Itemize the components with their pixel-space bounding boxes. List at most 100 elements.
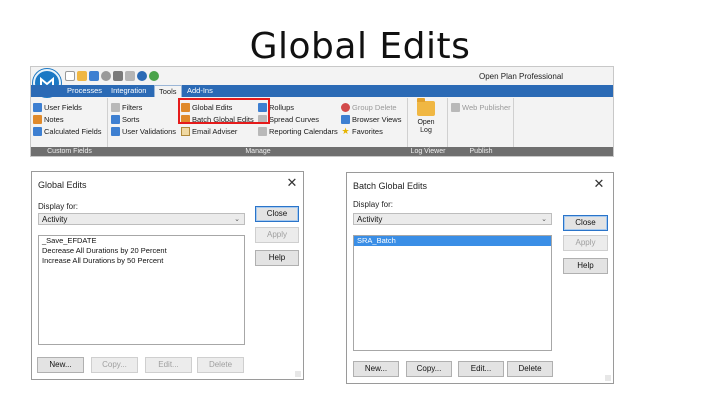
star-icon: ★ — [341, 126, 350, 136]
rollups-label: Rollups — [269, 103, 295, 112]
open-log-label: Open Log — [417, 119, 435, 134]
global-edits-list[interactable]: _Save_EFDATE Decrease All Durations by 2… — [38, 235, 245, 345]
group-separator — [513, 98, 514, 148]
filter-icon — [111, 103, 120, 112]
global-edits-highlight-box — [178, 98, 270, 124]
filters-button[interactable]: Filters — [111, 102, 142, 113]
user-validations-button[interactable]: User Validations — [111, 126, 176, 137]
close-button[interactable]: Close — [255, 206, 299, 222]
apply-button[interactable]: Apply — [255, 227, 299, 243]
calculated-fields-button[interactable]: Calculated Fields — [33, 126, 102, 137]
list-item[interactable]: Decrease All Durations by 20 Percent — [39, 246, 244, 256]
application-name: Open Plan Professional — [479, 72, 564, 81]
global-edits-dialog: Global Edits ✕ Display for: Activity ⌄ _… — [31, 171, 304, 380]
list-item[interactable]: _Save_EFDATE — [39, 236, 244, 246]
refresh-icon[interactable] — [149, 71, 159, 81]
resize-grip[interactable] — [605, 375, 611, 381]
reporting-calendars-button[interactable]: Reporting Calendars — [258, 126, 338, 137]
copy-button[interactable]: Copy... — [91, 357, 138, 373]
calendar-icon — [258, 127, 267, 136]
display-for-value: Activity — [357, 215, 383, 224]
favorites-label: Favorites — [352, 127, 383, 136]
apply-button[interactable]: Apply — [563, 235, 608, 251]
reporting-calendars-label: Reporting Calendars — [269, 127, 338, 136]
group-label-log-viewer: Log Viewer — [410, 148, 446, 155]
edit-button[interactable]: Edit... — [458, 361, 504, 377]
list-item-selected[interactable]: SRA_Batch — [354, 236, 551, 246]
help-icon[interactable] — [137, 71, 147, 81]
spread-curves-label: Spread Curves — [269, 115, 320, 124]
print-icon[interactable] — [113, 71, 123, 81]
notes-button[interactable]: Notes — [33, 114, 64, 125]
group-delete-icon — [341, 103, 350, 112]
undo-icon[interactable] — [101, 71, 111, 81]
group-separator — [447, 98, 448, 148]
sorts-button[interactable]: Sorts — [111, 114, 140, 125]
user-fields-icon — [33, 103, 42, 112]
group-separator — [407, 98, 408, 148]
group-label-custom-fields: Custom Fields — [47, 148, 92, 155]
display-for-value: Activity — [42, 215, 68, 224]
web-publisher-label: Web Publisher — [462, 103, 511, 112]
favorites-button[interactable]: ★ Favorites — [341, 126, 383, 137]
close-button[interactable]: Close — [563, 215, 608, 231]
resize-grip[interactable] — [295, 371, 301, 377]
ribbon-group-labels: Custom Fields Manage Log Viewer Publish — [31, 147, 613, 156]
email-adviser-button[interactable]: Email Adviser — [181, 126, 237, 137]
close-icon[interactable]: ✕ — [284, 175, 300, 191]
dialog-title: Batch Global Edits — [353, 181, 428, 191]
close-icon[interactable]: ✕ — [591, 176, 607, 192]
group-separator — [107, 98, 108, 148]
web-publisher-button[interactable]: Web Publisher — [451, 102, 511, 113]
tab-tools[interactable]: Tools — [154, 85, 182, 97]
display-for-select[interactable]: Activity ⌄ — [353, 213, 552, 225]
delete-button[interactable]: Delete — [197, 357, 244, 373]
display-for-label: Display for: — [353, 200, 394, 209]
edit-button[interactable]: Edit... — [145, 357, 192, 373]
list-item[interactable]: Increase All Durations by 50 Percent — [39, 256, 244, 266]
email-adviser-label: Email Adviser — [192, 127, 238, 136]
notes-icon — [33, 115, 42, 124]
batch-global-edits-list[interactable]: SRA_Batch — [353, 235, 552, 351]
ribbon-tools-panel: User Fields Notes Calculated Fields Filt… — [31, 98, 613, 148]
ribbon-tab-bar: Processes Integration Tools Add-Ins — [31, 85, 613, 97]
browser-views-button[interactable]: Browser Views — [341, 114, 401, 125]
user-validations-label: User Validations — [122, 127, 177, 136]
group-delete-label: Group Delete — [352, 103, 397, 112]
email-icon — [181, 127, 190, 136]
new-button[interactable]: New... — [353, 361, 399, 377]
copy-button[interactable]: Copy... — [406, 361, 452, 377]
group-delete-button[interactable]: Group Delete — [341, 102, 397, 113]
display-for-select[interactable]: Activity ⌄ — [38, 213, 245, 225]
user-fields-button[interactable]: User Fields — [33, 102, 82, 113]
chevron-down-icon: ⌄ — [541, 216, 547, 223]
slide-title: Global Edits — [249, 26, 471, 67]
user-fields-label: User Fields — [44, 103, 82, 112]
quick-access-toolbar — [65, 69, 159, 83]
help-button[interactable]: Help — [563, 258, 608, 274]
calculated-fields-label: Calculated Fields — [44, 127, 102, 136]
new-button[interactable]: New... — [37, 357, 84, 373]
user-validations-icon — [111, 127, 120, 136]
ribbon: Open Plan Professional Processes Integra… — [30, 66, 614, 157]
new-file-icon[interactable] — [65, 71, 75, 81]
tab-add-ins[interactable]: Add-Ins — [183, 85, 217, 97]
notes-label: Notes — [44, 115, 64, 124]
help-button[interactable]: Help — [255, 250, 299, 266]
filters-label: Filters — [122, 103, 143, 112]
sorts-label: Sorts — [122, 115, 140, 124]
preview-icon[interactable] — [125, 71, 135, 81]
calculated-fields-icon — [33, 127, 42, 136]
browser-views-label: Browser Views — [352, 115, 402, 124]
group-label-publish: Publish — [469, 148, 493, 155]
tab-processes[interactable]: Processes — [63, 85, 106, 97]
web-publisher-icon — [451, 103, 460, 112]
tab-integration[interactable]: Integration — [107, 85, 150, 97]
batch-global-edits-dialog: Batch Global Edits ✕ Display for: Activi… — [346, 172, 614, 384]
delete-button[interactable]: Delete — [507, 361, 553, 377]
save-icon[interactable] — [89, 71, 99, 81]
sort-icon — [111, 115, 120, 124]
chevron-down-icon: ⌄ — [234, 216, 240, 223]
open-folder-icon[interactable] — [77, 71, 87, 81]
browser-views-icon — [341, 115, 350, 124]
